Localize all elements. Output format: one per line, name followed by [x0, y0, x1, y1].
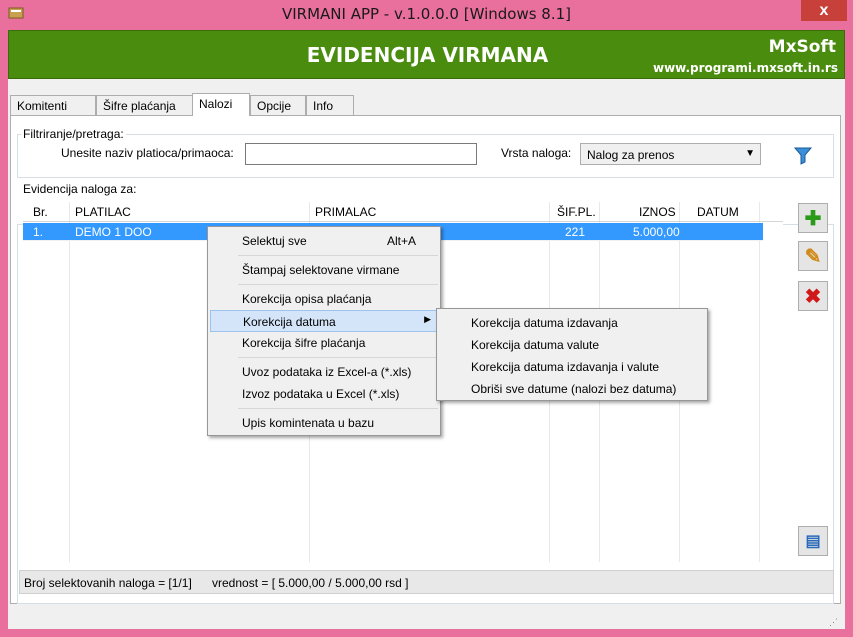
grid-header: Br. PLATILAC PRIMALAC ŠIF.PL. IZNOS DATU… — [23, 202, 783, 222]
col-br[interactable]: Br. — [33, 205, 48, 219]
chevron-down-icon: ▼ — [745, 148, 755, 159]
menu-item-edit-date[interactable]: Korekcija datuma ▶ — [210, 310, 438, 332]
brand-name: MxSoft — [768, 37, 836, 57]
delete-button[interactable]: ✖ — [798, 281, 828, 311]
menu-separator — [238, 284, 438, 285]
menu-item-edit-description[interactable]: Korekcija opisa plaćanja — [210, 288, 438, 310]
tab-strip: Komitenti Šifre plaćanja Nalozi Opcije I… — [8, 93, 845, 116]
menu-item-import-excel[interactable]: Uvoz podataka iz Excel-a (*.xls) — [210, 361, 438, 383]
submenu-item-both-dates[interactable]: Korekcija datuma izdavanja i valute — [439, 356, 705, 378]
search-label: Unesite naziv platioca/primaoca: — [61, 146, 234, 160]
plus-icon: ✚ — [804, 207, 822, 230]
cell-iznos: 5.000,00 — [633, 225, 680, 239]
close-button[interactable]: x — [801, 0, 847, 21]
window-title: VIRMANI APP - v.1.0.0.0 [Windows 8.1] — [281, 5, 572, 23]
menu-item-edit-payment-code[interactable]: Korekcija šifre plaćanja — [210, 332, 438, 354]
tab-info[interactable]: Info — [306, 95, 354, 115]
tab-nalozi[interactable]: Nalozi — [192, 93, 250, 116]
brand-url[interactable]: www.programi.mxsoft.in.rs — [653, 61, 838, 75]
printer-icon: ▤ — [805, 533, 821, 550]
submenu-item-issue-date[interactable]: Korekcija datuma izdavanja — [439, 312, 705, 334]
tab-opcije[interactable]: Opcije — [250, 95, 306, 115]
add-button[interactable]: ✚ — [798, 203, 828, 233]
menu-item-export-excel[interactable]: Izvoz podataka u Excel (*.xls) — [210, 383, 438, 405]
context-menu: Selektuj sve Alt+A Štampaj selektovane v… — [207, 226, 441, 436]
cell-sifra: 221 — [565, 225, 586, 239]
col-primalac[interactable]: PRIMALAC — [315, 205, 376, 219]
header-banner: EVIDENCIJA VIRMANA MxSoft www.programi.m… — [8, 30, 845, 79]
submenu-item-clear-dates[interactable]: Obriši sve datume (nalozi bez datuma) — [439, 378, 705, 400]
date-submenu: Korekcija datuma izdavanja Korekcija dat… — [436, 308, 708, 401]
records-legend: Evidencija naloga za: — [21, 182, 139, 196]
menu-separator — [238, 357, 438, 358]
selected-count: Broj selektovanih naloga = [1/1] — [24, 576, 192, 590]
tab-sifre-placanja[interactable]: Šifre plaćanja — [96, 95, 194, 115]
menu-item-label: Korekcija datuma — [243, 315, 336, 329]
status-bar: Broj selektovanih naloga = [1/1] vrednos… — [19, 570, 834, 594]
submenu-item-value-date[interactable]: Korekcija datuma valute — [439, 334, 705, 356]
menu-item-print-selected[interactable]: Štampaj selektovane virmane — [210, 259, 438, 281]
funnel-icon[interactable] — [791, 143, 815, 167]
col-datum[interactable]: DATUM — [697, 205, 739, 219]
order-type-value: Nalog za prenos — [587, 148, 675, 162]
filter-legend: Filtriranje/pretraga: — [21, 127, 126, 141]
menu-item-shortcut: Alt+A — [386, 234, 416, 248]
col-iznos[interactable]: IZNOS — [639, 205, 676, 219]
title-bar: VIRMANI APP - v.1.0.0.0 [Windows 8.1] x — [0, 0, 853, 28]
cell-platilac: DEMO 1 DOO — [75, 225, 152, 239]
submenu-arrow-icon: ▶ — [424, 314, 431, 324]
cell-br: 1. — [33, 225, 44, 239]
tab-komitenti[interactable]: Komitenti — [10, 95, 96, 115]
order-type-label: Vrsta naloga: — [501, 146, 572, 160]
selected-value: vrednost = [ 5.000,00 / 5.000,00 rsd ] — [212, 576, 409, 590]
order-type-select[interactable]: Nalog za prenos ▼ — [580, 143, 761, 165]
col-platilac[interactable]: PLATILAC — [75, 205, 131, 219]
x-icon: ✖ — [804, 285, 822, 308]
print-button[interactable]: ▤ — [798, 526, 828, 556]
edit-button[interactable]: ✎ — [798, 241, 828, 271]
resize-grip-icon[interactable]: ⋰ — [829, 617, 841, 629]
menu-separator — [238, 408, 438, 409]
menu-item-label: Selektuj sve — [242, 234, 307, 248]
pencil-icon: ✎ — [804, 245, 822, 268]
menu-separator — [238, 255, 438, 256]
search-input[interactable] — [245, 143, 477, 165]
menu-item-save-clients[interactable]: Upis komintenata u bazu — [210, 412, 438, 434]
col-sifra[interactable]: ŠIF.PL. — [557, 205, 596, 219]
menu-item-select-all[interactable]: Selektuj sve Alt+A — [210, 230, 438, 252]
